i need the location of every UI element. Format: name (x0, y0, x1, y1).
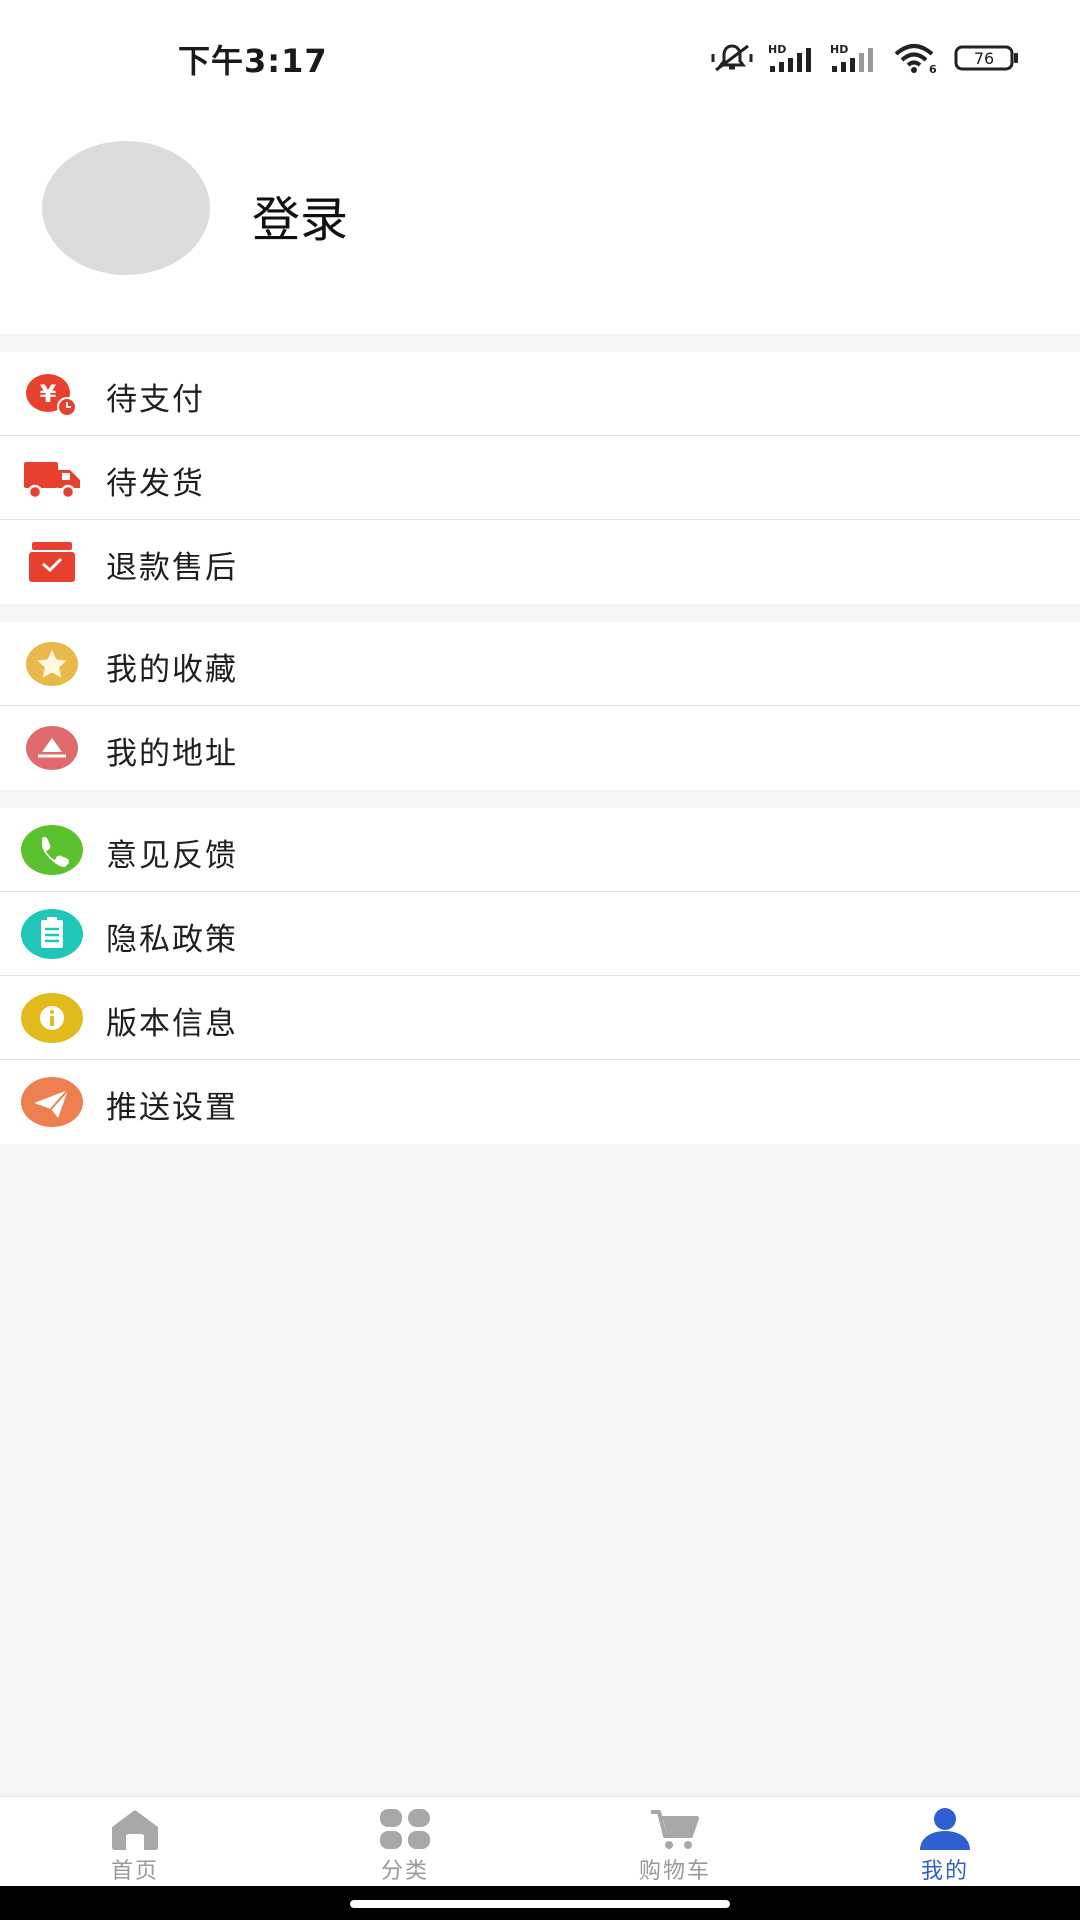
tab-category[interactable]: 分类 (270, 1797, 540, 1887)
tab-label: 首页 (110, 1859, 159, 1884)
tab-label: 分类 (380, 1859, 429, 1884)
menu-item-label: 待发货 (106, 466, 205, 502)
profile-header: 登录 (0, 110, 1080, 334)
menu-item-label: 隐私政策 (106, 922, 238, 958)
tab-label: 我的 (920, 1859, 969, 1884)
menu-item-version-info[interactable]: 版本信息 (0, 976, 1080, 1060)
star-icon (20, 638, 84, 690)
refund-box-icon (20, 536, 84, 588)
tab-cart[interactable]: 购物车 (540, 1797, 810, 1887)
pending-payment-icon: ¥ (20, 368, 84, 420)
tab-home[interactable]: 首页 (0, 1797, 270, 1887)
menu-item-push-settings[interactable]: 推送设置 (0, 1060, 1080, 1144)
menu-item-awaiting-shipment[interactable]: 待发货 (0, 436, 1080, 520)
phone-icon (20, 824, 84, 876)
orders-group: ¥ 待支付 待发货 退款售后 (0, 352, 1080, 604)
personal-group: 我的收藏 我的地址 (0, 622, 1080, 790)
home-icon (108, 1807, 162, 1851)
screen: 下午3:17 HD HD 6 76 登录 ¥ 待支付 待发货 退款售后 我的收藏… (0, 0, 1080, 1920)
avatar[interactable] (42, 141, 210, 275)
battery-level: 76 (974, 49, 994, 68)
shopping-cart-icon (648, 1807, 702, 1851)
clipboard-icon (20, 908, 84, 960)
signal-1-icon: HD (768, 42, 816, 74)
menu-item-label: 意见反馈 (106, 838, 238, 874)
signal-2-icon: HD (830, 42, 878, 74)
home-indicator[interactable] (350, 1900, 730, 1908)
info-icon (20, 992, 84, 1044)
menu-item-label: 版本信息 (106, 1006, 238, 1042)
paper-plane-icon (20, 1076, 84, 1128)
menu-item-label: 退款售后 (106, 550, 238, 586)
wifi-icon: 6 (892, 42, 940, 74)
tab-mine[interactable]: 我的 (810, 1797, 1080, 1887)
user-icon (918, 1807, 972, 1851)
menu-item-label: 我的地址 (106, 736, 238, 772)
menu-item-privacy-policy[interactable]: 隐私政策 (0, 892, 1080, 976)
status-icons: HD HD 6 76 (710, 40, 1020, 76)
menu-item-refund-aftersale[interactable]: 退款售后 (0, 520, 1080, 604)
bottom-tab-bar: 首页 分类 购物车 我的 (0, 1796, 1080, 1886)
network-2-label: HD (830, 43, 848, 56)
svg-text:¥: ¥ (40, 380, 57, 408)
menu-item-label: 推送设置 (106, 1090, 238, 1126)
category-grid-icon (378, 1807, 432, 1851)
menu-item-pending-payment[interactable]: ¥ 待支付 (0, 352, 1080, 436)
delivery-truck-icon (20, 452, 84, 504)
menu-item-label: 我的收藏 (106, 652, 238, 688)
mute-vibrate-icon (710, 42, 754, 74)
menu-item-address[interactable]: 我的地址 (0, 706, 1080, 790)
system-navigation-bar (0, 1886, 1080, 1920)
tab-label: 购物车 (638, 1859, 711, 1884)
menu-item-favorites[interactable]: 我的收藏 (0, 622, 1080, 706)
network-1-label: HD (768, 43, 786, 56)
battery-icon: 76 (954, 42, 1020, 74)
menu-item-label: 待支付 (106, 382, 205, 418)
address-icon (20, 722, 84, 774)
wifi-badge-label: 6 (929, 63, 937, 74)
status-time: 下午3:17 (178, 42, 328, 80)
menu-item-feedback[interactable]: 意见反馈 (0, 808, 1080, 892)
settings-group: 意见反馈 隐私政策 版本信息 推送设置 (0, 808, 1080, 1144)
login-button[interactable]: 登录 (252, 180, 348, 250)
status-bar: 下午3:17 HD HD 6 76 (0, 0, 1080, 110)
